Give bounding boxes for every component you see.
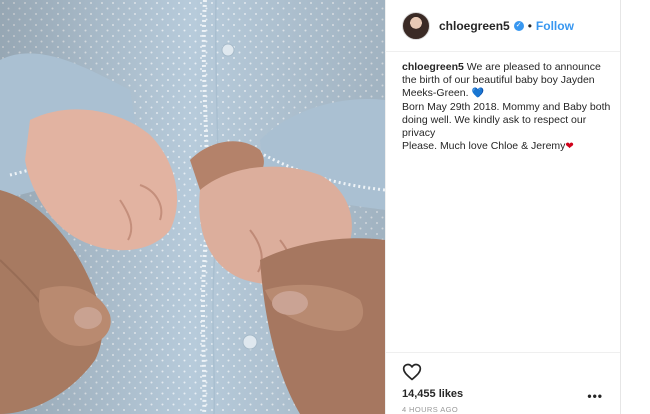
post-sidebar: chloegreen5 ✓ • Follow chloegreen5 We ar… — [385, 0, 621, 414]
ellipsis-icon[interactable]: ••• — [587, 389, 603, 403]
post-photo[interactable] — [0, 0, 385, 414]
post-footer: 14,455 likes ••• 4 HOURS AGO — [386, 352, 621, 414]
instagram-post: chloegreen5 ✓ • Follow chloegreen5 We ar… — [0, 0, 650, 414]
caption-paragraph-1: chloegreen5 We are pleased to announce t… — [402, 61, 614, 101]
post-header: chloegreen5 ✓ • Follow — [386, 0, 621, 52]
post-caption: chloegreen5 We are pleased to announce t… — [402, 61, 614, 153]
heart-outline-icon[interactable] — [402, 362, 422, 382]
red-heart-icon: ❤ — [565, 141, 574, 153]
caption-paragraph-3: Please. Much love Chloe & Jeremy❤ — [402, 140, 614, 153]
page-gutter — [620, 0, 650, 414]
avatar[interactable] — [402, 11, 430, 40]
baby-hands-photo — [0, 0, 385, 414]
follow-button[interactable]: Follow — [536, 19, 574, 33]
verified-badge-icon: ✓ — [513, 20, 524, 31]
blue-heart-icon: 💙 — [471, 88, 484, 100]
post-timestamp: 4 HOURS AGO — [402, 405, 459, 414]
caption-line-3: Please. Much love Chloe & Jeremy — [402, 140, 566, 153]
caption-username[interactable]: chloegreen5 — [402, 61, 464, 73]
likes-count[interactable]: 14,455 likes — [402, 388, 463, 400]
caption-paragraph-2: Born May 29th 2018. Mommy and Baby both … — [402, 100, 611, 140]
separator-dot: • — [527, 18, 532, 33]
header-username[interactable]: chloegreen5 — [439, 19, 510, 33]
